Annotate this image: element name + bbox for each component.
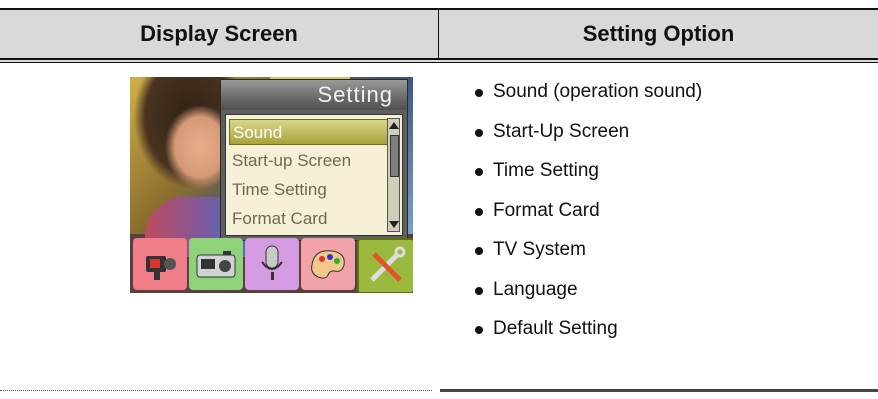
setting-menu: Setting Sound Start-up Screen Time Setti… [220, 79, 408, 241]
scroll-up-icon[interactable] [389, 122, 399, 129]
bottom-rule-right [440, 389, 878, 392]
bottom-rule-left [0, 390, 432, 391]
mode-icon-bar [130, 234, 413, 293]
menu-item-time-setting[interactable]: Time Setting [229, 177, 327, 203]
option-language: Language [473, 275, 702, 315]
palette-icon[interactable] [301, 238, 355, 290]
option-format-card: Format Card [473, 196, 702, 236]
option-sound: Sound (operation sound) [473, 77, 702, 117]
header-display-screen: Display Screen [140, 21, 298, 46]
option-time-setting: Time Setting [473, 156, 702, 196]
menu-list: Sound Start-up Screen Time Setting Forma… [225, 114, 403, 236]
tools-icon[interactable] [357, 238, 413, 293]
scroll-down-icon[interactable] [389, 221, 399, 228]
device-screen: Setting Sound Start-up Screen Time Setti… [130, 77, 413, 293]
microphone-icon[interactable] [245, 238, 299, 290]
camcorder-icon[interactable] [133, 238, 187, 290]
header-rule-bottom [0, 62, 878, 63]
menu-item-start-up-screen[interactable]: Start-up Screen [229, 148, 351, 174]
header-setting-option: Setting Option [582, 21, 735, 46]
option-start-up-screen: Start-Up Screen [473, 117, 702, 157]
menu-scrollbar[interactable] [387, 118, 400, 232]
menu-title: Setting [221, 80, 407, 110]
scroll-thumb[interactable] [390, 135, 399, 177]
camera-icon[interactable] [189, 238, 243, 290]
menu-item-sound[interactable]: Sound [229, 119, 389, 145]
option-default-setting: Default Setting [473, 314, 702, 354]
menu-item-format-card[interactable]: Format Card [229, 206, 327, 232]
option-tv-system: TV System [473, 235, 702, 275]
setting-options-list: Sound (operation sound) Start-Up Screen … [473, 77, 702, 354]
header-rule-top [0, 58, 878, 60]
